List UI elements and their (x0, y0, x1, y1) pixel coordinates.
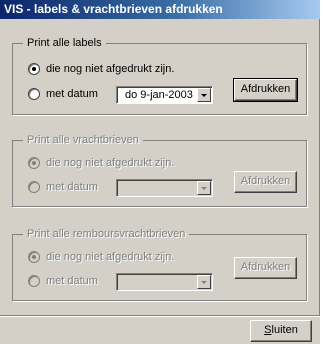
date-select[interactable] (116, 179, 213, 197)
date-select[interactable] (116, 273, 213, 291)
group-print-labels: Print alle labels die nog niet afgedrukt… (12, 37, 307, 115)
chevron-down-icon[interactable] (197, 88, 211, 102)
close-button-accelerator: S (264, 324, 272, 336)
group-print-cod-waybills: Print alle remboursvrachtbrieven die nog… (12, 228, 307, 301)
radio-circle-checked[interactable] (28, 251, 40, 263)
group-legend: Print alle remboursvrachtbrieven (23, 228, 190, 241)
radio-circle-checked[interactable] (28, 63, 40, 75)
dialog-window: VIS - labels & vrachtbrieven afdrukken P… (0, 0, 320, 344)
footer-bar: Sluiten (0, 315, 320, 344)
print-button[interactable]: Afdrukken (234, 171, 297, 193)
group-legend: Print alle labels (23, 37, 106, 50)
radio-circle[interactable] (28, 275, 40, 287)
print-button[interactable]: Afdrukken (233, 78, 298, 102)
radio-label: met datum (46, 181, 98, 193)
chevron-down-icon[interactable] (197, 181, 211, 195)
window-title: VIS - labels & vrachtbrieven afdrukken (0, 0, 320, 19)
print-button[interactable]: Afdrukken (234, 257, 297, 279)
radio-label: die nog niet afgedrukt zijn. (46, 63, 175, 75)
group-legend: Print alle vrachtbrieven (23, 134, 143, 147)
radio-label: die nog niet afgedrukt zijn. (46, 251, 175, 263)
chevron-down-icon[interactable] (197, 275, 211, 289)
radio-label: met datum (46, 275, 98, 287)
radio-circle[interactable] (28, 181, 40, 193)
radio-circle-checked[interactable] (28, 157, 40, 169)
close-button-label: luiten (271, 324, 298, 336)
close-button[interactable]: Sluiten (250, 320, 312, 342)
group-print-waybills: Print alle vrachtbrieven die nog niet af… (12, 134, 307, 207)
date-select[interactable]: do 9-jan-2003 (116, 86, 213, 104)
date-select-value: do 9-jan-2003 (125, 89, 193, 101)
radio-circle[interactable] (28, 88, 40, 100)
radio-label: die nog niet afgedrukt zijn. (46, 157, 175, 169)
radio-label: met datum (46, 88, 98, 100)
